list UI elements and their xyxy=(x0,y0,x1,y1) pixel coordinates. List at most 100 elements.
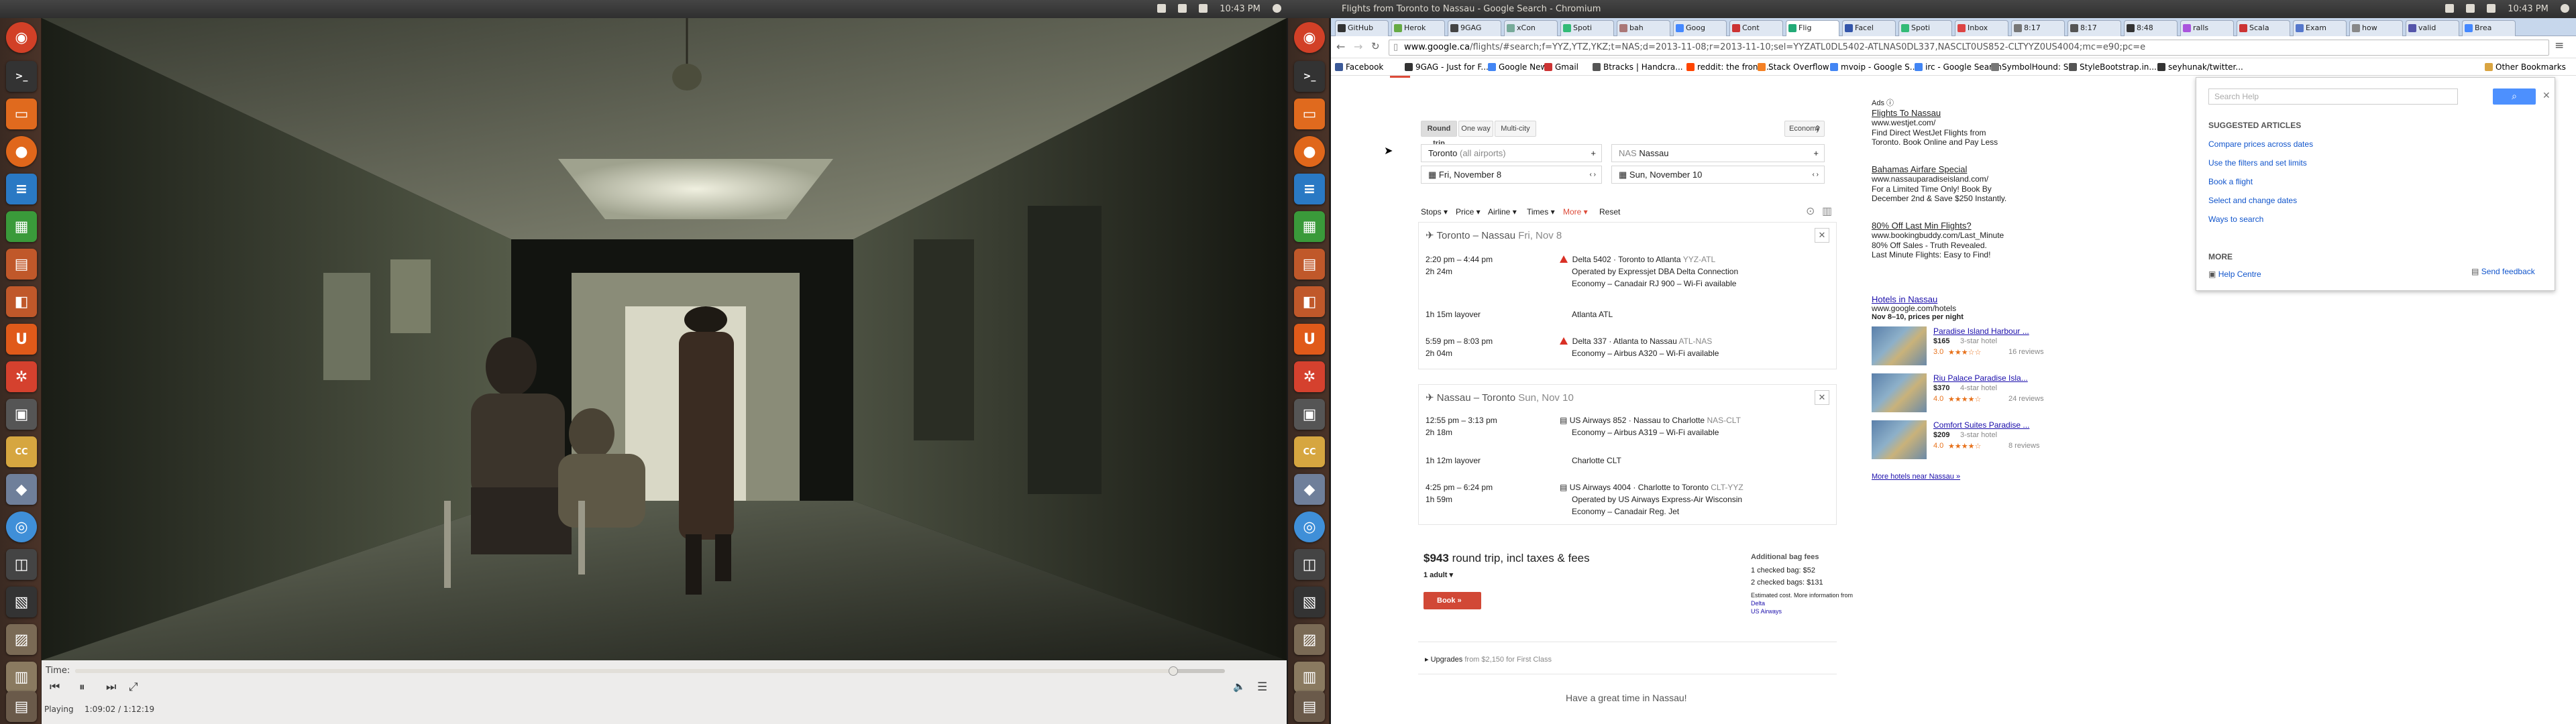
hotel-name[interactable]: Paradise Island Harbour ... xyxy=(1933,326,2029,336)
calc-icon[interactable]: ▦ xyxy=(6,211,37,242)
dash-icon[interactable]: ◉ xyxy=(6,22,37,53)
files-icon[interactable]: ▭ xyxy=(1294,99,1325,129)
calc-icon[interactable]: ▦ xyxy=(1294,211,1325,242)
rewind-icon[interactable]: ⏮ xyxy=(50,680,60,694)
destination-field[interactable]: NAS Nassau + xyxy=(1611,144,1825,162)
image-viewer-icon[interactable]: ▨ xyxy=(1294,624,1325,655)
video-editor-icon[interactable]: ▧ xyxy=(6,587,37,617)
chromium-icon[interactable]: ◎ xyxy=(1294,511,1325,542)
bookmark-item[interactable]: 9GAG - Just for F... xyxy=(1405,58,1489,75)
multi-city-button[interactable]: Multi-city xyxy=(1495,121,1536,137)
filter-more[interactable]: More ▾ xyxy=(1563,207,1588,217)
filter-times[interactable]: Times ▾ xyxy=(1527,207,1555,217)
software-center-icon[interactable]: ◧ xyxy=(1294,286,1325,317)
ad-url[interactable]: www.nassauparadiseisland.com/ xyxy=(1872,174,1988,184)
return-date-field[interactable]: ▦ Sun, November 10 ‹ › xyxy=(1611,166,1825,184)
browser-tab[interactable]: Spoti xyxy=(1898,20,1952,36)
disk-icon[interactable]: ◫ xyxy=(1294,549,1325,580)
firefox-icon[interactable]: ● xyxy=(1294,136,1325,167)
date-nav-icon[interactable]: ‹ › xyxy=(1813,166,1819,183)
ad-url[interactable]: www.bookingbuddy.com/Last_Minute xyxy=(1872,231,2004,240)
address-bar[interactable]: ▯ www.google.ca/flights/#search;f=YYZ,YT… xyxy=(1389,40,2549,56)
bookmark-item[interactable]: Stack Overflow xyxy=(1758,58,1829,75)
browser-tab[interactable]: Brea xyxy=(2462,20,2516,36)
browser-tab[interactable]: Flig xyxy=(1786,20,1839,36)
browser-tab[interactable]: 9GAG xyxy=(1448,20,1501,36)
keyboard-icon[interactable] xyxy=(2465,4,2475,13)
files-icon[interactable]: ▭ xyxy=(6,99,37,129)
pause-icon[interactable]: ⏸ xyxy=(79,680,85,694)
browser-tab[interactable]: Goog xyxy=(1673,20,1727,36)
one-way-button[interactable]: One way xyxy=(1458,121,1493,137)
map-pin-icon[interactable]: ⊙ xyxy=(1806,204,1815,218)
right-clock[interactable]: 10:43 PM xyxy=(2508,4,2548,14)
upgrades-row[interactable]: ▸ Upgrades from $2,150 for First Class xyxy=(1425,655,1552,664)
browser-tab[interactable]: 8:17 xyxy=(2011,20,2065,36)
filter-reset[interactable]: Reset xyxy=(1599,207,1620,217)
video-editor-icon[interactable]: ▧ xyxy=(1294,587,1325,617)
cabin-select[interactable]: Economy ⇕ xyxy=(1784,121,1825,137)
drive-icon[interactable]: ▥ xyxy=(1294,662,1325,692)
filter-price[interactable]: Price ▾ xyxy=(1456,207,1481,217)
terminal-icon[interactable]: >_ xyxy=(6,61,37,92)
volume-icon[interactable]: 🔈 xyxy=(1233,680,1246,692)
bookmark-item[interactable]: mvoip - Google S... xyxy=(1830,58,1917,75)
trash-icon[interactable]: ▤ xyxy=(1294,691,1325,722)
outbound-card[interactable]: ✈ Toronto – Nassau Fri, Nov 8 ✕ 2:20 pm … xyxy=(1418,222,1837,369)
back-icon[interactable]: ← xyxy=(1336,40,1345,53)
writer-icon[interactable]: ≡ xyxy=(1294,174,1325,204)
terminal-icon[interactable]: >_ xyxy=(1294,61,1325,92)
add-destination-icon[interactable]: + xyxy=(1813,145,1819,162)
browser-tab[interactable]: GitHub xyxy=(1335,20,1389,36)
ccsm-icon[interactable]: CC xyxy=(1294,436,1325,467)
bookmark-item[interactable]: StyleBootstrap.in... xyxy=(2069,58,2157,75)
date-nav-icon[interactable]: ‹ › xyxy=(1590,166,1596,183)
volume-icon[interactable] xyxy=(1199,4,1208,13)
mail-icon[interactable] xyxy=(1157,4,1166,13)
video-frame[interactable] xyxy=(42,18,1287,660)
hotel-reviews[interactable]: 16 reviews xyxy=(2008,348,2044,356)
dash-icon[interactable]: ◉ xyxy=(1294,22,1325,53)
browser-tab[interactable]: Scala xyxy=(2237,20,2290,36)
fullscreen-icon[interactable]: ⤢ xyxy=(129,680,138,694)
seek-handle[interactable] xyxy=(1168,666,1178,676)
bookmark-item[interactable]: Google News xyxy=(1488,58,1552,75)
software-center-icon[interactable]: ◧ xyxy=(6,286,37,317)
origin-field[interactable]: Toronto (all airports) + xyxy=(1421,144,1602,162)
seek-bar[interactable] xyxy=(75,666,1225,676)
chrome-menu-icon[interactable]: ≡ xyxy=(2555,39,2564,52)
bag-link[interactable]: Delta xyxy=(1751,600,1765,607)
filter-stops[interactable]: Stops ▾ xyxy=(1421,207,1448,217)
bookmark-item[interactable]: Facebook xyxy=(1335,58,1383,75)
add-origin-icon[interactable]: + xyxy=(1591,145,1596,162)
forward-icon[interactable]: ⏭ xyxy=(106,680,116,694)
bookmark-item[interactable]: SymbolHound: S... xyxy=(1991,58,2076,75)
app-icon[interactable]: ◆ xyxy=(6,474,37,505)
keyboard-icon[interactable] xyxy=(1177,4,1187,13)
adults-select[interactable]: 1 adult ▾ xyxy=(1424,570,1453,579)
bookmark-item[interactable]: Gmail xyxy=(1544,58,1578,75)
hotel-photo[interactable] xyxy=(1872,420,1927,459)
hotel-photo[interactable] xyxy=(1872,326,1927,365)
ubuntu-one-icon[interactable]: U xyxy=(6,324,37,355)
chromium-icon[interactable]: ◎ xyxy=(6,511,37,542)
menu-icon[interactable]: ☰ xyxy=(1257,680,1267,694)
hotel-photo[interactable] xyxy=(1872,373,1927,412)
reload-icon[interactable]: ↻ xyxy=(1371,40,1380,52)
filter-airline[interactable]: Airline ▾ xyxy=(1488,207,1517,217)
writer-icon[interactable]: ≡ xyxy=(6,174,37,204)
depart-date-field[interactable]: ▦ Fri, November 8 ‹ › xyxy=(1421,166,1602,184)
gear-icon[interactable] xyxy=(1273,4,1281,13)
settings-icon[interactable]: ✲ xyxy=(6,361,37,392)
hotel-name[interactable]: Riu Palace Paradise Isla... xyxy=(1933,373,2028,383)
browser-tab[interactable]: Cont xyxy=(1729,20,1783,36)
more-hotels-link[interactable]: More hotels near Nassau » xyxy=(1872,473,1960,481)
bookmark-item[interactable]: Btracks | Handcra... xyxy=(1593,58,1683,75)
hotel-reviews[interactable]: 24 reviews xyxy=(2008,395,2044,403)
browser-tab[interactable]: Exam xyxy=(2293,20,2347,36)
left-clock[interactable]: 10:43 PM xyxy=(1220,4,1260,14)
workspaces-icon[interactable]: ▣ xyxy=(1294,399,1325,430)
impress-icon[interactable]: ▤ xyxy=(6,249,37,280)
mail-icon[interactable] xyxy=(2445,4,2454,13)
ad-title[interactable]: Flights To Nassau xyxy=(1872,108,1941,118)
